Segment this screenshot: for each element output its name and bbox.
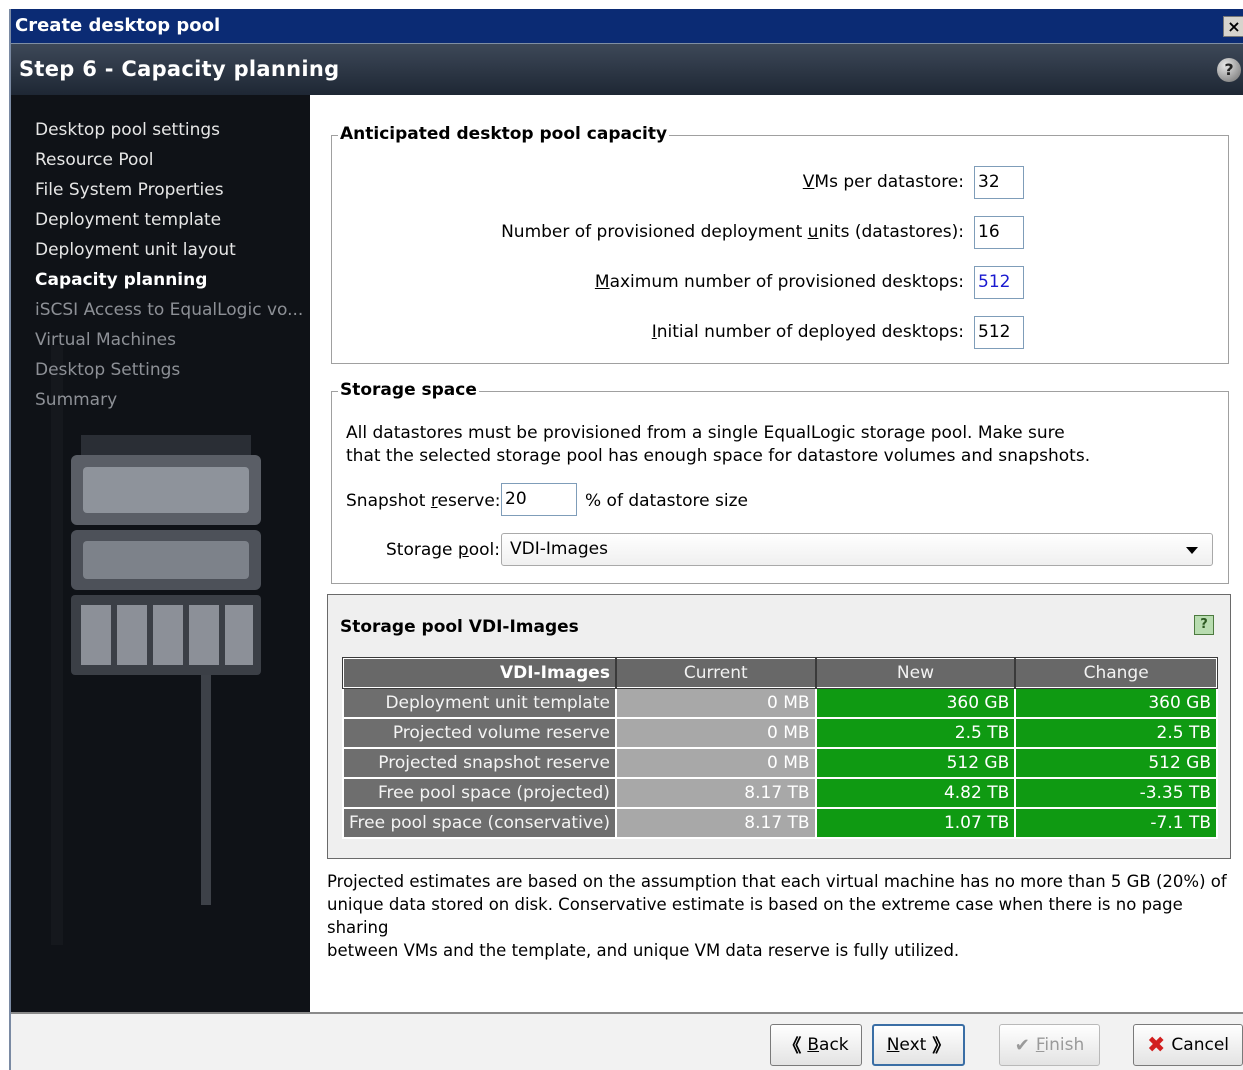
cell-current: 0 MB xyxy=(614,747,817,779)
deployment-units-field[interactable]: 16 xyxy=(974,216,1024,249)
table-row: Projected volume reserve 0 MB 2.5 TB 2.5… xyxy=(342,717,1218,749)
step-item-desktop-pool-settings[interactable]: Desktop pool settings xyxy=(35,115,303,145)
column-header-change: Change xyxy=(1014,657,1218,689)
close-icon[interactable]: × xyxy=(1223,16,1243,37)
table-header-row: VDI-Images Current New Change xyxy=(342,657,1218,689)
vms-per-datastore-label: VMs per datastore: xyxy=(802,172,964,192)
snapshot-reserve-label: Snapshot reserve: xyxy=(346,491,501,511)
storage-legend: Storage space xyxy=(338,380,479,400)
cancel-button[interactable]: ✖ Cancel xyxy=(1133,1024,1243,1066)
initial-desktops-label: Initial number of deployed desktops: xyxy=(651,322,964,342)
row-label: Free pool space (projected) xyxy=(342,777,617,809)
cell-new: 1.07 TB xyxy=(814,807,1017,839)
column-header-new: New xyxy=(814,657,1017,689)
cell-new: 2.5 TB xyxy=(814,717,1017,749)
pool-capacity-table: VDI-Images Current New Change Deployment… xyxy=(342,657,1218,839)
button-bar: 《 Back Next 》 ✔ Finish ✖ Cancel xyxy=(11,1012,1243,1070)
capacity-legend: Anticipated desktop pool capacity xyxy=(338,124,670,144)
checkmark-icon: ✔ xyxy=(1014,1034,1030,1056)
chevron-right-icon: 》 xyxy=(932,1036,951,1057)
table-row: Free pool space (conservative) 8.17 TB 1… xyxy=(342,807,1218,839)
chevron-left-icon: 《 xyxy=(783,1036,802,1057)
step-item-resource-pool[interactable]: Resource Pool xyxy=(35,145,303,175)
cell-new: 512 GB xyxy=(814,747,1017,779)
server-rack-image xyxy=(51,345,261,945)
cell-current: 8.17 TB xyxy=(614,807,817,839)
help-icon[interactable]: ? xyxy=(1217,58,1241,82)
initial-desktops-field[interactable]: 512 xyxy=(974,316,1024,349)
capacity-group: Anticipated desktop pool capacity VMs pe… xyxy=(331,124,1229,364)
row-label: Deployment unit template xyxy=(342,687,617,719)
cell-change: -3.35 TB xyxy=(1014,777,1218,809)
step-item-capacity-planning: Capacity planning xyxy=(35,270,208,290)
title-bar: Create desktop pool × xyxy=(11,9,1243,43)
column-header-pool: VDI-Images xyxy=(342,657,617,689)
back-button[interactable]: 《 Back xyxy=(770,1024,862,1066)
deployment-units-label: Number of provisioned deployment units (… xyxy=(501,222,964,242)
row-label: Free pool space (conservative) xyxy=(342,807,617,839)
max-desktops-label: Maximum number of provisioned desktops: xyxy=(594,272,964,292)
table-row: Projected snapshot reserve 0 MB 512 GB 5… xyxy=(342,747,1218,779)
row-label: Projected snapshot reserve xyxy=(342,747,617,779)
cell-current: 8.17 TB xyxy=(614,777,817,809)
step-item-summary: Summary xyxy=(35,390,118,410)
cell-new: 360 GB xyxy=(814,687,1017,719)
column-header-current: Current xyxy=(614,657,817,689)
finish-button[interactable]: ✔ Finish xyxy=(999,1024,1100,1066)
snapshot-reserve-field[interactable]: 20 xyxy=(501,483,577,516)
vms-per-datastore-field[interactable]: 32 xyxy=(974,166,1024,199)
wizard-sidebar: Desktop pool settings Resource Pool File… xyxy=(11,95,310,1012)
cell-change: 360 GB xyxy=(1014,687,1218,719)
step-item-desktop-settings: Desktop Settings xyxy=(35,360,181,380)
storage-pool-label: Storage pool: xyxy=(386,540,500,560)
step-item-file-system-properties[interactable]: File System Properties xyxy=(35,175,303,205)
cell-current: 0 MB xyxy=(614,687,817,719)
storage-description: All datastores must be provisioned from … xyxy=(346,423,1091,466)
table-row: Free pool space (projected) 8.17 TB 4.82… xyxy=(342,777,1218,809)
cell-current: 0 MB xyxy=(614,717,817,749)
cell-change: 512 GB xyxy=(1014,747,1218,779)
storage-pool-select[interactable]: VDI-Images xyxy=(501,533,1213,566)
step-title: Step 6 - Capacity planning xyxy=(19,57,340,81)
table-row: Deployment unit template 0 MB 360 GB 360… xyxy=(342,687,1218,719)
step-item-deployment-template[interactable]: Deployment template xyxy=(35,205,303,235)
row-label: Projected volume reserve xyxy=(342,717,617,749)
cell-change: 2.5 TB xyxy=(1014,717,1218,749)
step-header: Step 6 - Capacity planning ? xyxy=(11,43,1243,95)
cell-change: -7.1 TB xyxy=(1014,807,1218,839)
chevron-down-icon xyxy=(1186,547,1198,554)
window-title: Create desktop pool xyxy=(15,15,221,36)
close-icon: ✖ xyxy=(1146,1032,1166,1058)
next-button[interactable]: Next 》 xyxy=(872,1024,965,1066)
content-panel: Anticipated desktop pool capacity VMs pe… xyxy=(310,95,1243,1012)
step-item-iscsi-access: iSCSI Access to EqualLogic vo... xyxy=(35,300,304,320)
pool-summary-title: Storage pool VDI-Images xyxy=(340,617,579,637)
storage-group: Storage space All datastores must be pro… xyxy=(331,380,1229,584)
pool-summary-panel: Storage pool VDI-Images ? VDI-Images Cur… xyxy=(327,594,1231,859)
step-item-virtual-machines: Virtual Machines xyxy=(35,330,176,350)
max-desktops-field[interactable]: 512 xyxy=(974,266,1024,299)
step-list: Desktop pool settings Resource Pool File… xyxy=(35,115,303,415)
help-icon[interactable]: ? xyxy=(1194,615,1214,635)
dialog-window: Create desktop pool × Step 6 - Capacity … xyxy=(9,9,1243,1070)
step-item-deployment-unit-layout[interactable]: Deployment unit layout xyxy=(35,235,303,265)
snapshot-reserve-suffix: % of datastore size xyxy=(585,491,749,511)
cell-new: 4.82 TB xyxy=(814,777,1017,809)
estimate-note: Projected estimates are based on the ass… xyxy=(327,872,1227,960)
